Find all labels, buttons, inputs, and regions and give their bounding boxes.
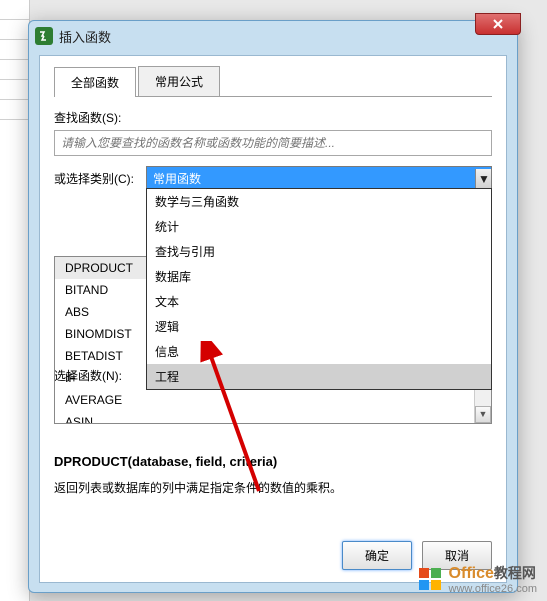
watermark-brand: Office	[449, 565, 494, 582]
tab-all-functions[interactable]: 全部函数	[54, 67, 136, 97]
close-icon	[492, 18, 504, 30]
category-option[interactable]: 数学与三角函数	[147, 189, 491, 214]
watermark-url: www.office26.com	[449, 583, 537, 595]
scroll-down-icon[interactable]: ▼	[475, 406, 491, 423]
app-icon	[35, 27, 53, 45]
category-selected: 常用函数	[153, 170, 201, 187]
category-option[interactable]: 统计	[147, 214, 491, 239]
tab-common-formulas[interactable]: 常用公式	[138, 66, 220, 96]
ok-button[interactable]: 确定	[342, 541, 412, 570]
function-description: 返回列表或数据库的列中满足指定条件的数值的乘积。	[54, 479, 492, 496]
category-option[interactable]: 逻辑	[147, 314, 491, 339]
category-option[interactable]: 查找与引用	[147, 239, 491, 264]
search-input[interactable]	[54, 130, 492, 156]
titlebar[interactable]: 插入函数	[29, 21, 517, 51]
category-combobox[interactable]: 常用函数 ▼ 数学与三角函数 统计 查找与引用 数据库 文本 逻辑 信息 工程	[146, 166, 492, 191]
list-item[interactable]: AVERAGE	[55, 389, 474, 411]
dialog-title: 插入函数	[59, 27, 111, 46]
search-label: 查找函数(S):	[54, 109, 492, 126]
category-option[interactable]: 数据库	[147, 264, 491, 289]
chevron-down-icon[interactable]: ▼	[475, 169, 491, 189]
tab-strip: 全部函数 常用公式	[54, 66, 492, 97]
list-item[interactable]: ASIN	[55, 411, 474, 423]
signature-args: (database, field, criteria)	[128, 454, 278, 469]
function-signature: DPRODUCT(database, field, criteria)	[54, 454, 492, 469]
watermark-brand-cn: 教程网	[494, 565, 536, 581]
category-option[interactable]: 文本	[147, 289, 491, 314]
watermark: Office教程网 www.office26.com	[417, 565, 537, 595]
close-button[interactable]	[475, 13, 521, 35]
insert-function-dialog: 插入函数 全部函数 常用公式 查找函数(S): 或选择类别(C): 常用函数 ▼…	[28, 20, 518, 593]
category-dropdown: 数学与三角函数 统计 查找与引用 数据库 文本 逻辑 信息 工程	[146, 188, 492, 390]
signature-name: DPRODUCT	[54, 454, 128, 469]
category-option[interactable]: 信息	[147, 339, 491, 364]
dialog-content: 全部函数 常用公式 查找函数(S): 或选择类别(C): 常用函数 ▼ 数学与三…	[39, 55, 507, 583]
category-option[interactable]: 工程	[147, 364, 491, 389]
spreadsheet-rowheader	[0, 0, 30, 601]
watermark-logo-icon	[417, 566, 445, 594]
category-label: 或选择类别(C):	[54, 170, 146, 187]
